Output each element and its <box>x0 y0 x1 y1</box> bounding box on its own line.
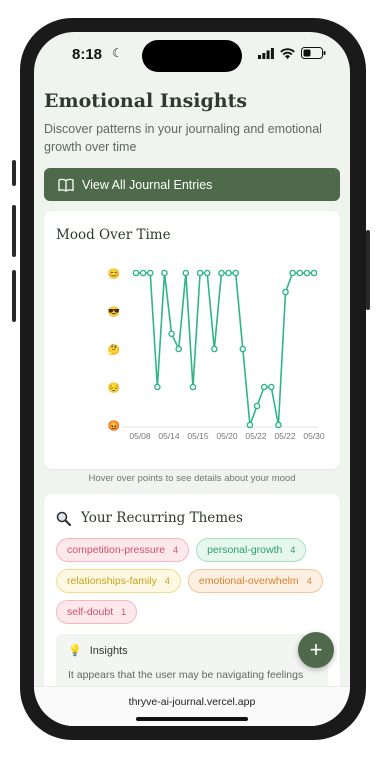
mood-data-point[interactable] <box>196 269 204 277</box>
view-all-entries-label: View All Journal Entries <box>82 177 213 192</box>
insights-text: It appears that the user may be navigati… <box>68 669 304 681</box>
status-bar: 8:18 ☾ <box>34 32 350 78</box>
mood-data-point[interactable] <box>260 383 268 391</box>
status-icons <box>258 47 326 59</box>
chart-x-tick-label: 05/30 <box>303 431 325 441</box>
insights-title: Insights <box>89 644 128 657</box>
browser-url: thryve-ai-journal.vercel.app <box>128 696 256 708</box>
mood-data-point[interactable] <box>310 269 318 277</box>
chart-y-tick-label: 🤔 <box>108 344 120 356</box>
mood-data-point[interactable] <box>161 269 168 277</box>
chart-x-tick-label: 05/22 <box>274 431 296 441</box>
mood-chart-hint: Hover over points to see details about y… <box>88 473 296 484</box>
mood-data-point[interactable] <box>182 269 190 277</box>
mood-data-point[interactable] <box>239 345 247 353</box>
mood-data-point[interactable] <box>275 421 282 429</box>
mood-data-point[interactable] <box>132 269 140 277</box>
theme-chip-label: personal-growth <box>207 544 283 556</box>
theme-chip-competition-pressure[interactable]: competition-pressure 4 <box>56 538 190 562</box>
mood-chart-title: Mood Over Time <box>56 227 171 243</box>
lightbulb-icon: 💡 <box>68 645 82 657</box>
theme-chip-count: 4 <box>173 545 179 555</box>
home-indicator <box>136 717 248 721</box>
chart-x-tick-label: 05/14 <box>158 431 180 441</box>
mood-data-point[interactable] <box>175 345 183 353</box>
theme-chip-label: self-doubt <box>67 606 114 618</box>
mood-data-point[interactable] <box>203 269 211 277</box>
mood-data-point[interactable] <box>267 383 275 391</box>
mood-data-point[interactable] <box>282 288 289 296</box>
chart-x-tick-label: 05/08 <box>129 431 151 441</box>
mood-chart: 😊 😎 🤔 😔 😡 05/08 05/14 05/15 05/20 05/22 05/22 05/30 <box>108 268 325 441</box>
mood-data-point[interactable] <box>225 269 232 277</box>
theme-chip-count: 4 <box>164 576 170 586</box>
mood-data-point[interactable] <box>289 269 296 277</box>
moon-icon: ☾ <box>112 46 123 60</box>
chart-y-tick-label: 😊 <box>108 268 120 280</box>
phone-side-button <box>12 160 16 186</box>
mood-data-point[interactable] <box>146 269 154 277</box>
mood-chart-card: Mood Over Time 😊 😎 🤔 😔 😡 05/08 05/14 05/15 05/20… <box>44 211 340 469</box>
browser-url-bar[interactable]: thryve-ai-journal.vercel.app <box>34 686 350 726</box>
wifi-icon <box>280 47 295 59</box>
mood-data-point[interactable] <box>218 269 225 277</box>
theme-chip-count: 4 <box>290 545 296 555</box>
phone-volume-up-button <box>12 205 16 257</box>
plus-icon: + <box>309 637 323 662</box>
chart-y-tick-label: 😔 <box>108 382 120 394</box>
theme-chip-self-doubt[interactable]: self-doubt 1 <box>56 600 138 624</box>
add-entry-button[interactable]: + <box>298 632 334 668</box>
page-subtitle-line-1: Discover patterns in your journaling and… <box>44 122 322 136</box>
dynamic-island <box>142 40 242 72</box>
insights-header: 💡 Insights <box>68 644 316 658</box>
phone-volume-down-button <box>12 270 16 322</box>
theme-chip-personal-growth[interactable]: personal-growth 4 <box>196 538 307 562</box>
theme-chip-label: competition-pressure <box>67 544 166 556</box>
mood-series-line <box>136 272 314 426</box>
main-content: Emotional Insights Discover patterns in … <box>44 90 340 694</box>
themes-card: Your Recurring Themes competition-pressu… <box>44 494 340 694</box>
phone-power-button <box>366 230 370 310</box>
themes-title: Your Recurring Themes <box>81 510 243 526</box>
status-time: 8:18 <box>72 46 103 63</box>
mood-data-point[interactable] <box>253 402 261 410</box>
themes-header: Your Recurring Themes <box>44 494 340 526</box>
theme-chip-count: 4 <box>306 576 312 586</box>
page-title: Emotional Insights <box>44 90 248 112</box>
chart-y-tick-label: 😡 <box>108 420 120 432</box>
mood-data-point[interactable] <box>189 383 197 391</box>
theme-chips: competition-pressure 4 personal-growth 4… <box>44 526 340 624</box>
mood-data-point[interactable] <box>211 345 218 353</box>
theme-chip-emotional-overwhelm[interactable]: emotional-overwhelm 4 <box>187 569 323 593</box>
magnifier-icon <box>56 511 71 526</box>
chart-y-tick-label: 😎 <box>108 306 120 318</box>
view-all-entries-button[interactable]: View All Journal Entries <box>44 168 340 201</box>
mood-data-point[interactable] <box>232 269 239 277</box>
mood-data-point[interactable] <box>246 421 254 429</box>
theme-chip-relationships-family[interactable]: relationships-family 4 <box>56 569 181 593</box>
mood-data-point[interactable] <box>154 383 161 391</box>
phone-screen: 8:18 ☾ Emotional Insights Discover patte… <box>34 32 350 726</box>
chart-x-tick-label: 05/20 <box>216 431 238 441</box>
chart-x-tick-label: 05/15 <box>187 431 209 441</box>
theme-chip-label: emotional-overwhelm <box>198 575 299 587</box>
page-subtitle-line-2: growth over time <box>44 140 137 154</box>
page-subtitle: Discover patterns in your journaling and… <box>44 120 340 156</box>
mood-data-point[interactable] <box>168 330 175 338</box>
mood-data-point[interactable] <box>296 269 304 277</box>
mood-data-point[interactable] <box>303 269 311 277</box>
insights-box: 💡 Insights It appears that the user may … <box>56 634 328 694</box>
mood-data-point[interactable] <box>139 269 147 277</box>
theme-chip-label: relationships-family <box>67 575 157 587</box>
chart-x-tick-label: 05/22 <box>245 431 267 441</box>
battery-icon <box>301 47 326 59</box>
theme-chip-count: 1 <box>121 607 127 617</box>
book-icon <box>58 178 74 192</box>
signal-icon <box>258 47 274 59</box>
